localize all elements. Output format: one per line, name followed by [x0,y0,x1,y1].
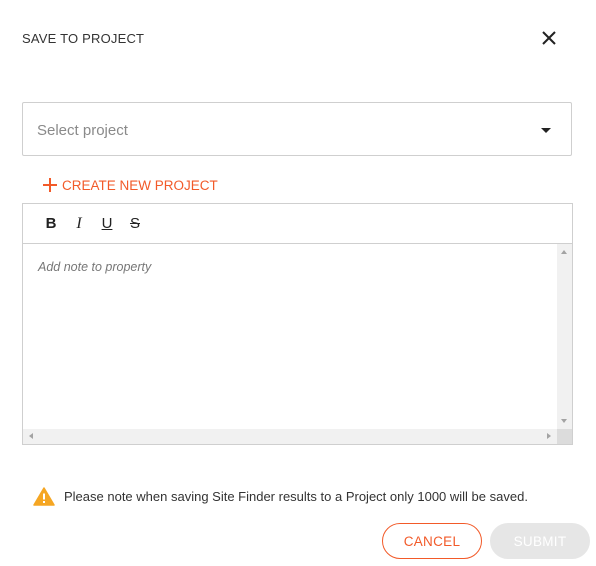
save-to-project-dialog: SAVE TO PROJECT Select project CREATE NE… [0,0,596,566]
close-button[interactable] [540,29,558,47]
horizontal-scrollbar[interactable] [23,429,557,444]
scroll-left-icon[interactable] [29,433,33,439]
create-new-project-label: CREATE NEW PROJECT [62,177,218,193]
create-new-project-link[interactable]: CREATE NEW PROJECT [42,176,218,194]
submit-button[interactable]: SUBMIT [490,523,590,559]
dialog-title: SAVE TO PROJECT [22,31,145,46]
bold-button[interactable]: B [37,213,65,235]
project-select[interactable]: Select project [22,102,572,156]
note-editor: B I U S Add note to property [22,203,573,445]
save-limit-notice: Please note when saving Site Finder resu… [33,487,528,506]
scrollbar-corner [557,429,572,444]
italic-button[interactable]: I [65,213,93,235]
vertical-scrollbar[interactable] [557,244,572,429]
scroll-up-icon[interactable] [561,250,567,254]
underline-button[interactable]: U [93,213,121,235]
scroll-down-icon[interactable] [561,419,567,423]
notice-text: Please note when saving Site Finder resu… [64,489,528,504]
chevron-down-icon [541,128,551,133]
note-textarea[interactable]: Add note to property [23,244,557,429]
close-icon [542,31,556,45]
project-select-placeholder: Select project [37,122,128,139]
strikethrough-button[interactable]: S [121,213,149,235]
plus-icon [43,178,57,192]
editor-toolbar: B I U S [23,204,572,244]
note-placeholder: Add note to property [38,260,152,274]
scroll-right-icon[interactable] [547,433,551,439]
cancel-button[interactable]: CANCEL [382,523,482,559]
warning-icon [33,487,55,506]
